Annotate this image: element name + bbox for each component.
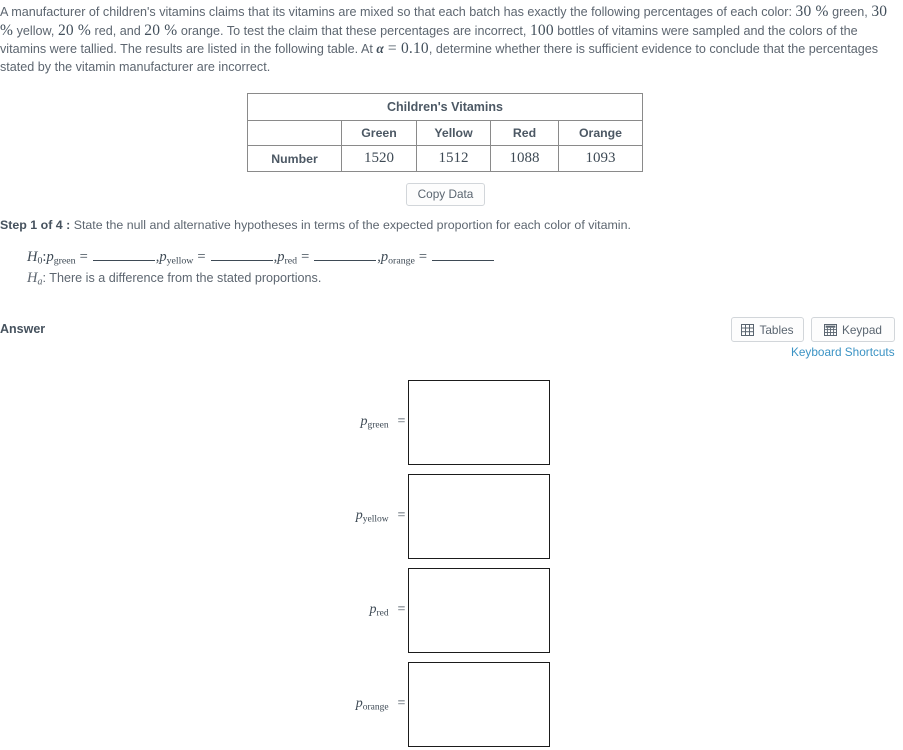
percent-green: 30 % (795, 3, 829, 20)
answer-equals-green: = (397, 414, 406, 429)
calculator-keypad-icon (823, 323, 837, 336)
answer-input-p-green[interactable] (408, 379, 550, 465)
table-grid-icon (741, 323, 755, 336)
problem-statement: A manufacturer of children's vitamins cl… (0, 3, 898, 76)
answer-label-p-yellow: pyellow (335, 508, 395, 524)
alpha-symbol: α (376, 41, 384, 56)
table-cell-green-value: 1520 (341, 145, 417, 172)
keypad-button[interactable]: Keypad (811, 317, 895, 342)
table-cell-yellow-value: 1512 (416, 145, 491, 172)
problem-text-after-red: red, and (91, 23, 145, 38)
p-subscript-yellow: yellow (362, 514, 389, 525)
percent-red: 20 % (57, 21, 92, 39)
table-header-red: Red (490, 120, 559, 146)
p-red-equals: = (301, 249, 310, 265)
table-title-row: Children's Vitamins (247, 93, 643, 121)
problem-text-after-orange: orange. To test the claim that these per… (177, 23, 530, 38)
problem-text-after-yellow: yellow, (13, 23, 58, 38)
p-green-blank (92, 249, 155, 261)
p-orange-equals: = (418, 249, 428, 265)
answer-label: Answer (0, 322, 46, 336)
answer-input-p-red[interactable] (408, 567, 550, 653)
answer-equals-yellow: = (397, 508, 406, 523)
p-subscript-orange: orange (362, 702, 389, 713)
alternative-hypothesis-line: Ha: There is a difference from the state… (27, 270, 495, 291)
p-red-blank (314, 249, 377, 261)
table-header-row: Green Yellow Red Orange (247, 120, 643, 146)
answer-row-orange: porange = (335, 659, 550, 749)
p-green-equals: = (79, 249, 88, 265)
hypotheses-block: H0:pgreen = ,pyellow = ,pred = ,porange = Ha: T… (27, 249, 495, 291)
p-yellow-equals: = (197, 249, 206, 265)
step-number-label: Step 1 of 4 : (0, 218, 71, 232)
p-orange-blank (432, 249, 495, 261)
tables-button-label: Tables (759, 322, 794, 337)
p-green-subscript: green (53, 255, 76, 267)
table-cell-red-value: 1088 (490, 145, 559, 172)
copy-data-button[interactable]: Copy Data (406, 183, 485, 206)
h0-symbol: H (27, 249, 38, 265)
answer-row-green: pgreen = (335, 377, 550, 467)
p-yellow-blank (210, 249, 273, 261)
problem-text-after-green: green, (828, 5, 872, 19)
answer-input-p-orange[interactable] (408, 661, 550, 747)
problem-text-part1: A manufacturer of children's vitamins cl… (0, 5, 796, 19)
alpha-value: 0.10 (400, 40, 429, 57)
data-table-container: Children's Vitamins Green Yellow Red Ora… (247, 93, 643, 172)
answer-input-p-yellow[interactable] (408, 473, 550, 559)
answer-label-p-red: pred (335, 602, 395, 618)
percent-orange: 20 % (144, 21, 178, 39)
table-header-orange: Orange (558, 120, 643, 146)
answer-row-yellow: pyellow = (335, 471, 550, 561)
p-green-symbol: p (46, 249, 54, 265)
step-instruction: Step 1 of 4 : State the null and alterna… (0, 218, 631, 232)
sample-size: 100 (529, 21, 554, 39)
p-subscript-green: green (367, 420, 389, 431)
p-symbol-yellow: p (355, 507, 363, 523)
table-corner-cell (247, 120, 342, 146)
table-cell-orange-value: 1093 (558, 145, 643, 172)
table-header-yellow: Yellow (416, 120, 491, 146)
keyboard-shortcuts-link[interactable]: Keyboard Shortcuts (791, 345, 895, 359)
p-orange-subscript: orange (388, 255, 415, 267)
step-instruction-text: State the null and alternative hypothese… (73, 218, 631, 232)
childrens-vitamins-table: Children's Vitamins Green Yellow Red Ora… (247, 93, 643, 172)
p-yellow-subscript: yellow (166, 255, 194, 267)
table-row: Number 1520 1512 1088 1093 (247, 145, 643, 172)
p-symbol-orange: p (355, 695, 363, 711)
table-title: Children's Vitamins (247, 93, 643, 121)
p-subscript-red: red (376, 608, 389, 619)
p-yellow-symbol: p (159, 249, 167, 265)
null-hypothesis-line: H0:pgreen = ,pyellow = ,pred = ,porange = (27, 249, 495, 269)
ha-symbol: H (27, 270, 38, 287)
answer-equals-red: = (397, 602, 406, 617)
answer-label-p-green: pgreen (335, 414, 395, 430)
answer-label-p-orange: porange (335, 696, 395, 712)
p-red-subscript: red (284, 255, 298, 267)
alpha-equals: = (383, 40, 401, 57)
ha-text: : There is a difference from the stated … (42, 271, 322, 286)
answer-row-red: pred = (335, 565, 550, 655)
answer-equals-orange: = (397, 696, 406, 711)
table-row-label-number: Number (247, 145, 342, 172)
tables-button[interactable]: Tables (731, 317, 804, 342)
table-header-green: Green (341, 120, 417, 146)
keypad-button-label: Keypad (841, 322, 882, 337)
